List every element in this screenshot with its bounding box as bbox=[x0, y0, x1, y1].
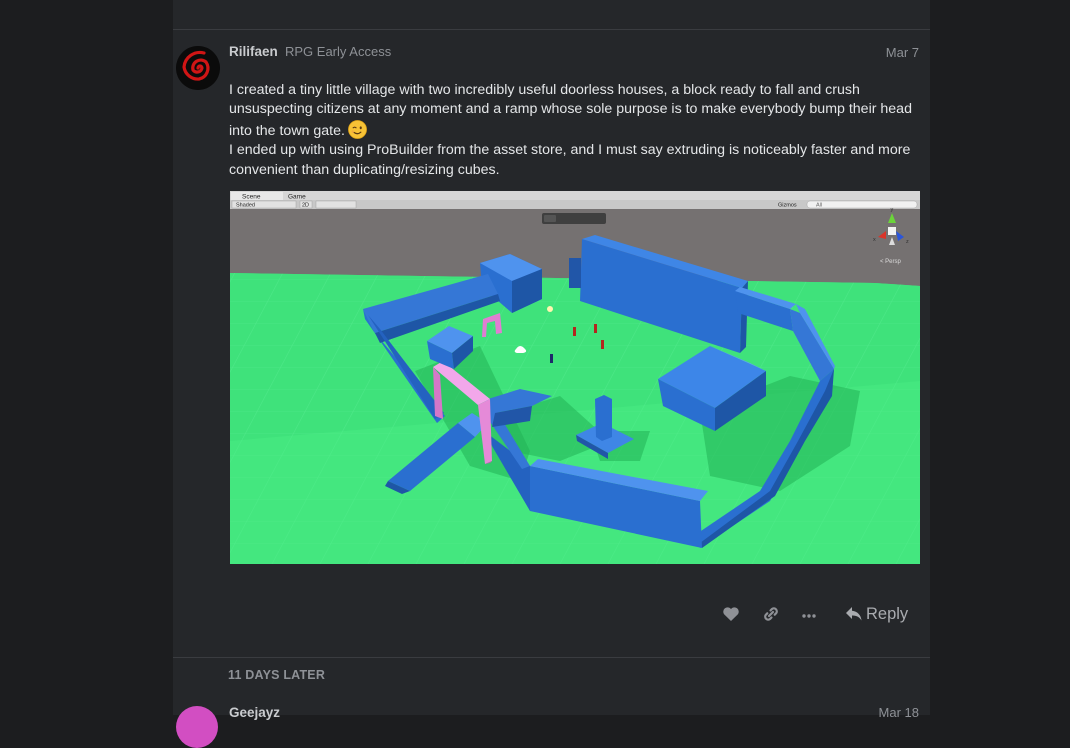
wink-emoji-icon bbox=[348, 119, 367, 139]
post-actions: Reply bbox=[715, 600, 915, 628]
next-post-username[interactable]: Geejayz bbox=[229, 705, 280, 720]
post-body: I created a tiny little village with two… bbox=[229, 81, 919, 180]
link-icon[interactable] bbox=[761, 604, 781, 624]
axis-z-label: z bbox=[906, 239, 909, 245]
unity-scene-screenshot[interactable]: Scene Game Shaded 2D Gizmos All y x z < … bbox=[230, 191, 920, 564]
post-paragraph-text: I created a tiny little village with two… bbox=[229, 82, 912, 139]
post-username[interactable]: Rilifaen bbox=[229, 44, 278, 59]
avatar[interactable] bbox=[176, 46, 220, 90]
time-gap-label: 11 DAYS LATER bbox=[228, 668, 326, 682]
gizmos-dropdown: Gizmos bbox=[778, 203, 797, 209]
axis-y-label: y bbox=[891, 207, 894, 213]
spiral-avatar-icon bbox=[176, 46, 220, 90]
reply-button-label: Reply bbox=[866, 605, 909, 623]
post-divider-bottom bbox=[173, 657, 930, 658]
mode-2d-toggle: 2D bbox=[302, 203, 309, 209]
heart-icon[interactable] bbox=[721, 604, 741, 624]
next-post-avatar[interactable] bbox=[176, 706, 218, 748]
tab-game-label: Game bbox=[288, 194, 306, 201]
post-paragraph: I created a tiny little village with two… bbox=[229, 81, 919, 141]
scene-search: All bbox=[816, 203, 822, 209]
post-paragraph: I ended up with using ProBuilder from th… bbox=[229, 142, 911, 178]
post-user-title: RPG Early Access bbox=[285, 44, 392, 59]
scene-view: Scene Game Shaded 2D Gizmos All y x z < … bbox=[230, 191, 920, 564]
reply-arrow-icon bbox=[846, 607, 862, 621]
post-divider-top bbox=[173, 29, 930, 30]
view-projection-label: < Persp bbox=[880, 259, 902, 265]
ellipsis-icon[interactable] bbox=[799, 604, 819, 624]
shading-dropdown: Shaded bbox=[236, 203, 255, 209]
tab-scene-label: Scene bbox=[242, 194, 261, 201]
axis-x-label: x bbox=[873, 237, 876, 243]
post-date[interactable]: Mar 7 bbox=[860, 45, 919, 60]
next-post-date[interactable]: Mar 18 bbox=[860, 705, 919, 720]
reply-button[interactable]: Reply bbox=[845, 602, 915, 626]
